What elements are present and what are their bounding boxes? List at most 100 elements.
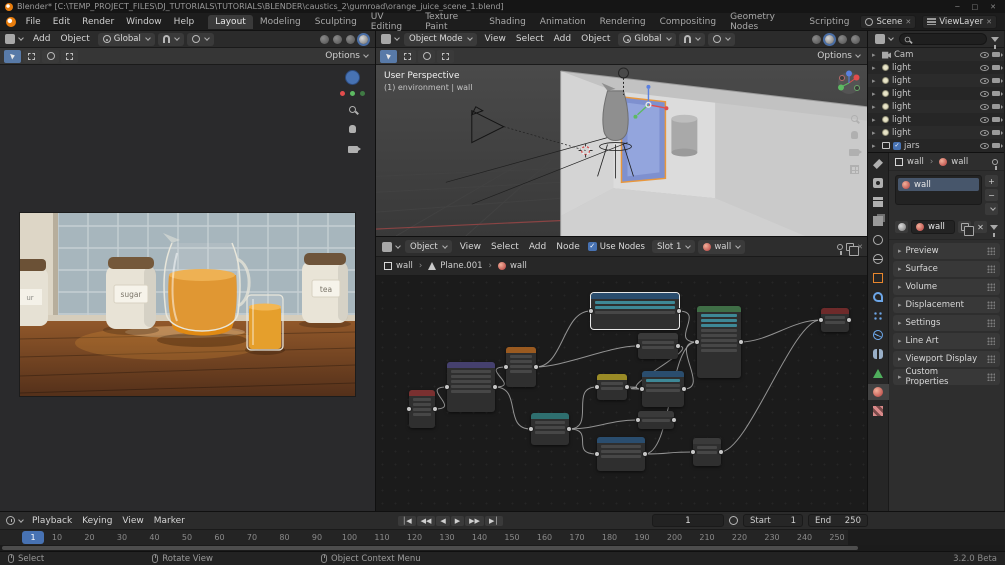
pin-icon[interactable] — [837, 244, 843, 250]
properties-tab-output[interactable] — [868, 194, 889, 210]
render-visibility-icon[interactable] — [992, 143, 1000, 148]
workspace-tab-layout[interactable]: Layout — [208, 15, 253, 29]
shader-node-10[interactable] — [697, 306, 741, 378]
visibility-eye-icon[interactable] — [980, 117, 989, 123]
expand-arrow-icon[interactable]: ▸ — [872, 116, 879, 124]
close-button[interactable]: ✕ — [986, 3, 1000, 11]
shader-type-dropdown[interactable]: Object — [405, 240, 452, 253]
render-visibility-icon[interactable] — [992, 91, 1000, 96]
tool-tweak-button[interactable] — [4, 50, 21, 63]
expand-arrow-icon[interactable]: ▸ — [872, 90, 879, 98]
menu-select[interactable]: Select — [511, 34, 549, 44]
previous-keyframe-button[interactable]: ◀◀ — [417, 516, 436, 526]
pin-icon[interactable] — [992, 159, 998, 165]
solid-shading-icon[interactable] — [333, 35, 342, 44]
node-canvas[interactable] — [376, 276, 867, 511]
menu-object[interactable]: Object — [576, 34, 615, 44]
navigation-gizmo-icon[interactable] — [345, 70, 360, 85]
section-custom-properties[interactable]: ▸Custom Properties — [893, 369, 1000, 385]
visibility-eye-icon[interactable] — [980, 78, 989, 84]
outliner-row-jars[interactable]: ▸✓jars — [868, 139, 1004, 152]
workspace-tab-rendering[interactable]: Rendering — [593, 15, 653, 29]
menu-select[interactable]: Select — [486, 242, 524, 252]
filter-icon[interactable] — [991, 37, 999, 42]
section-viewport-display[interactable]: ▸Viewport Display — [893, 351, 1000, 367]
render-visibility-icon[interactable] — [992, 117, 1000, 122]
playhead[interactable]: 1 — [22, 531, 44, 544]
solid-shading-icon[interactable] — [825, 35, 834, 44]
properties-tab-modifiers[interactable] — [868, 289, 889, 305]
shader-node-6[interactable] — [597, 374, 627, 400]
toggle-perspective-button[interactable] — [847, 162, 861, 176]
section-surface[interactable]: ▸Surface — [893, 261, 1000, 277]
auto-keying-icon[interactable] — [729, 516, 738, 525]
options-button[interactable]: Options — [325, 51, 371, 61]
tool-select-circle-button[interactable] — [418, 50, 435, 63]
grip-icon[interactable] — [987, 355, 995, 363]
outliner-row-light[interactable]: ▸light — [868, 100, 1004, 113]
properties-tab-object-data[interactable] — [868, 365, 889, 381]
menu-window[interactable]: Window — [120, 17, 168, 27]
expand-arrow-icon[interactable]: ▸ — [872, 77, 879, 85]
outliner-row-light[interactable]: ▸light — [868, 74, 1004, 87]
outliner-row-light[interactable]: ▸light — [868, 61, 1004, 74]
render-visibility-icon[interactable] — [992, 104, 1000, 109]
grip-icon[interactable] — [987, 283, 995, 291]
expand-arrow-icon[interactable]: ▸ — [872, 142, 879, 150]
grip-icon[interactable] — [987, 337, 995, 345]
menu-file[interactable]: File — [20, 17, 47, 27]
grip-icon[interactable] — [987, 247, 995, 255]
rendered-shading-icon[interactable] — [359, 35, 368, 44]
viewport-3d[interactable]: User Perspective (1) environment | wall — [376, 65, 867, 237]
options-button[interactable]: Options — [817, 51, 863, 61]
wireframe-shading-icon[interactable] — [812, 35, 821, 44]
shader-node-0[interactable] — [409, 390, 435, 428]
scene-selector[interactable]: Scene ✕ — [860, 15, 916, 29]
section-preview[interactable]: ▸Preview — [893, 243, 1000, 259]
visibility-eye-icon[interactable] — [980, 104, 989, 110]
outliner-row-light[interactable]: ▸light — [868, 126, 1004, 139]
next-keyframe-button[interactable]: ▶▶ — [465, 516, 484, 526]
menu-object[interactable]: Object — [55, 34, 94, 44]
expand-arrow-icon[interactable]: ▸ — [872, 129, 879, 137]
minimize-button[interactable]: ─ — [951, 3, 963, 11]
rendered-shading-icon[interactable] — [851, 35, 860, 44]
breadcrumb-material[interactable]: wall — [951, 157, 968, 167]
visibility-eye-icon[interactable] — [980, 65, 989, 71]
scrollbar-handle[interactable] — [2, 546, 858, 550]
blender-menu-icon[interactable] — [6, 17, 16, 27]
properties-tab-material[interactable] — [868, 384, 889, 400]
shader-node-2[interactable] — [506, 347, 536, 387]
timeline-ruler[interactable]: 1 10203040506070809010011012013014015016… — [0, 530, 1005, 545]
outliner-row-cam[interactable]: ▸Cam — [868, 48, 1004, 61]
add-slot-button[interactable]: + — [985, 175, 998, 187]
end-frame-field[interactable]: End 250 — [808, 514, 868, 527]
menu-help[interactable]: Help — [168, 17, 201, 27]
properties-tab-scene[interactable] — [868, 232, 889, 248]
section-line-art[interactable]: ▸Line Art — [893, 333, 1000, 349]
filter-icon[interactable] — [990, 225, 998, 230]
grip-icon[interactable] — [987, 301, 995, 309]
properties-tab-constraints[interactable] — [868, 346, 889, 362]
workspace-tab-geometry-nodes[interactable]: Geometry Nodes — [723, 10, 802, 34]
workspace-tab-compositing[interactable]: Compositing — [653, 15, 723, 29]
current-frame-field[interactable]: 1 — [652, 514, 724, 527]
material-name-field[interactable]: wall — [911, 220, 955, 234]
properties-tab-texture[interactable] — [868, 403, 889, 419]
tool-tweak-button[interactable] — [380, 50, 397, 63]
axis-z-dot[interactable] — [360, 91, 365, 96]
menu-add[interactable]: Add — [28, 34, 55, 44]
menu-playback[interactable]: Playback — [27, 516, 77, 526]
visibility-eye-icon[interactable] — [980, 91, 989, 97]
shader-node-3[interactable] — [531, 413, 569, 445]
play-reverse-button[interactable]: ◀ — [436, 516, 449, 526]
snap-dropdown[interactable] — [158, 33, 184, 46]
cylinder-object[interactable] — [671, 115, 697, 157]
tool-select-circle-button[interactable] — [42, 50, 59, 63]
editor-type-button[interactable] — [380, 242, 402, 252]
menu-view[interactable]: View — [117, 516, 148, 526]
shader-node-11[interactable] — [693, 438, 721, 466]
outliner-search-input[interactable] — [899, 33, 987, 45]
camera-view-button[interactable] — [847, 145, 861, 159]
breadcrumb-object[interactable]: wall — [907, 157, 924, 167]
